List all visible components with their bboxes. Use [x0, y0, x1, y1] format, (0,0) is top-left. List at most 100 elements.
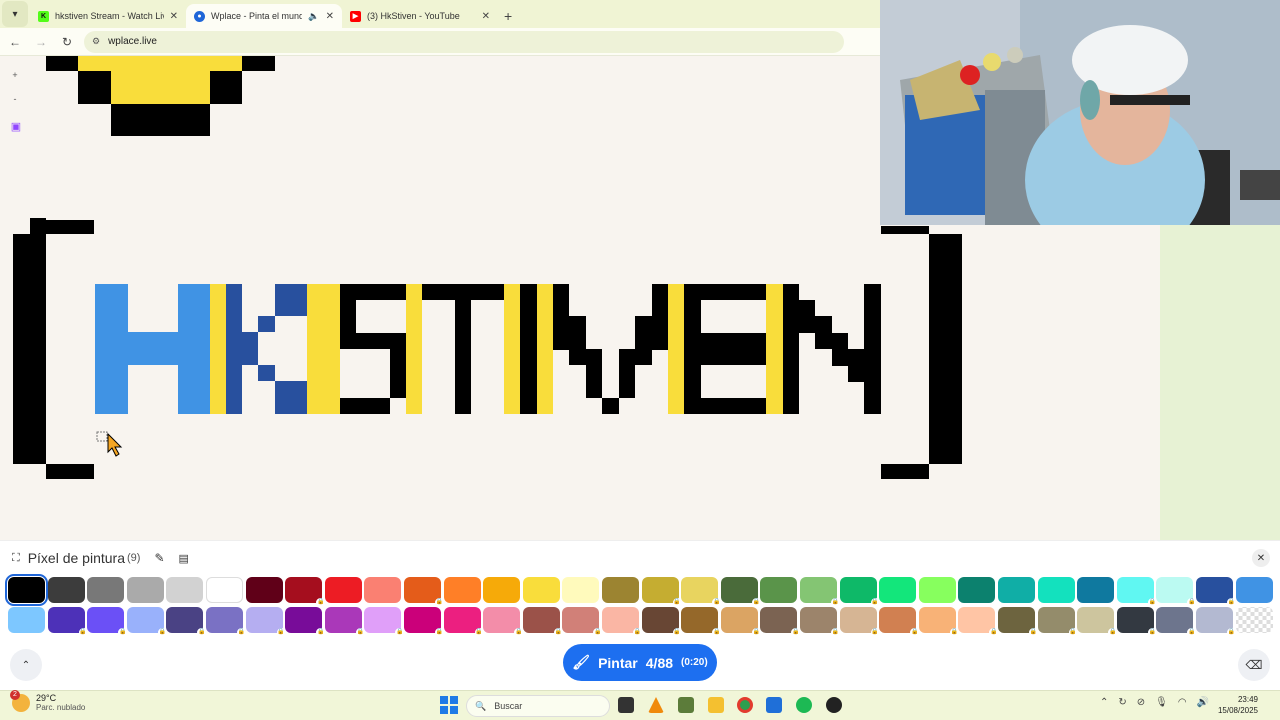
color-swatch[interactable] [8, 607, 45, 633]
color-swatch[interactable]: 🔒 [681, 577, 722, 607]
color-swatch[interactable] [126, 577, 164, 603]
color-swatch[interactable]: 🔒 [47, 607, 88, 637]
color-swatch[interactable]: 🔒 [166, 607, 207, 637]
color-swatch[interactable]: 🔒 [641, 607, 682, 637]
tab-youtube[interactable]: ▶ (3) HkStiven - YouTube ✕ [342, 4, 498, 28]
color-swatch[interactable]: 🔒 [958, 607, 999, 637]
color-swatch[interactable] [324, 577, 362, 603]
zoom-in-button[interactable]: + [6, 66, 24, 84]
close-tab-icon[interactable]: ✕ [482, 11, 490, 22]
color-swatch[interactable]: 🔒 [562, 607, 603, 637]
new-tab-button[interactable]: + [504, 8, 512, 24]
forward-arrow-icon[interactable]: → [32, 35, 50, 49]
vlc-icon[interactable] [648, 697, 664, 713]
color-swatch[interactable]: 🔒 [998, 607, 1038, 637]
color-swatch[interactable]: 🔒 [1037, 607, 1078, 637]
task-view-icon[interactable] [618, 697, 634, 713]
color-swatch[interactable]: 🔒 [364, 607, 405, 637]
color-swatch[interactable]: 🔒 [1156, 577, 1197, 607]
color-swatch[interactable]: 🔒 [879, 607, 920, 637]
color-swatch[interactable] [1077, 577, 1115, 603]
tab-kick[interactable]: K hkstiven Stream - Watch Live o ✕ [30, 4, 186, 28]
color-swatch[interactable]: 🔒 [602, 607, 642, 637]
site-settings-icon[interactable]: ⚙ [92, 36, 100, 47]
color-swatch[interactable] [245, 577, 283, 603]
color-swatch[interactable]: 🔒 [681, 607, 722, 637]
color-swatch[interactable]: 🔒 [285, 577, 326, 607]
taskbar-search[interactable]: 🔍 Buscar [466, 695, 610, 717]
sync-icon[interactable]: ↻ [1118, 697, 1126, 708]
color-swatch[interactable]: 🔒 [1077, 607, 1118, 637]
color-swatch[interactable] [522, 577, 560, 603]
color-swatch[interactable] [364, 577, 402, 603]
color-swatch[interactable]: 🔒 [443, 607, 484, 637]
color-swatch[interactable] [1235, 577, 1273, 603]
color-swatch[interactable] [483, 577, 521, 603]
color-swatch[interactable]: 🔒 [1196, 577, 1236, 607]
color-swatch[interactable] [166, 577, 204, 603]
color-swatch[interactable]: 🔒 [839, 607, 880, 637]
tab-wplace[interactable]: ● Wplace - Pinta el mundo 🔈 ✕ [186, 4, 342, 28]
color-swatch[interactable]: 🔒 [404, 577, 444, 607]
chevron-up-icon[interactable]: ⌃ [1100, 697, 1108, 708]
pencil-icon[interactable]: ✎ [154, 551, 164, 565]
color-swatch[interactable] [1235, 607, 1273, 633]
color-swatch[interactable] [443, 577, 481, 603]
color-swatch[interactable]: 🔒 [800, 607, 840, 637]
minecraft-icon[interactable] [678, 697, 694, 713]
fullscreen-icon[interactable]: ⛶ [12, 552, 20, 565]
eraser-button[interactable]: ⌫ [1238, 649, 1270, 681]
color-swatch[interactable]: 🔒 [641, 577, 682, 607]
reload-icon[interactable]: ↻ [58, 35, 76, 49]
color-swatch[interactable]: 🔒 [1196, 607, 1236, 637]
color-swatch[interactable]: 🔒 [720, 607, 761, 637]
color-swatch[interactable] [87, 577, 125, 603]
close-panel-button[interactable]: ✕ [1252, 549, 1270, 567]
color-swatch[interactable] [47, 577, 85, 603]
color-swatch[interactable]: 🔒 [1116, 577, 1157, 607]
color-swatch[interactable]: 🔒 [285, 607, 326, 637]
color-swatch[interactable]: 🔒 [760, 607, 801, 637]
tab-search-button[interactable]: ▾ [2, 1, 28, 27]
color-swatch[interactable] [998, 577, 1035, 603]
microphone-icon[interactable]: 🎙 [1155, 697, 1168, 708]
obs-icon[interactable] [826, 697, 842, 713]
store-icon[interactable] [766, 697, 782, 713]
paint-button[interactable]: 🖌 Pintar 4/88 (0:20) [563, 644, 717, 681]
color-swatch[interactable]: 🔒 [918, 607, 959, 637]
twitch-icon[interactable]: ▣ [8, 118, 24, 134]
wifi-icon[interactable]: ◠ [1178, 697, 1187, 708]
color-swatch[interactable]: 🔒 [206, 607, 246, 637]
back-arrow-icon[interactable]: ← [6, 35, 24, 49]
color-swatch[interactable] [879, 577, 917, 603]
save-icon[interactable]: ▤ [179, 552, 189, 565]
network-off-icon[interactable]: ⊘ [1137, 697, 1145, 708]
color-swatch[interactable] [958, 577, 996, 603]
file-explorer-icon[interactable] [708, 697, 724, 713]
url-field[interactable]: ⚙ wplace.live [84, 30, 844, 53]
color-swatch[interactable]: 🔒 [126, 607, 167, 637]
color-swatch[interactable] [1037, 577, 1075, 603]
color-swatch[interactable] [206, 577, 243, 603]
color-swatch[interactable] [760, 577, 798, 603]
collapse-button[interactable]: ⌃ [10, 649, 42, 681]
volume-icon[interactable]: 🔊 [1197, 697, 1209, 708]
chrome-icon[interactable] [737, 697, 753, 713]
close-tab-icon[interactable]: ✕ [170, 11, 178, 22]
zoom-out-button[interactable]: - [6, 90, 24, 108]
color-swatch[interactable] [918, 577, 956, 603]
color-swatch[interactable]: 🔒 [522, 607, 563, 637]
color-swatch[interactable]: 🔒 [87, 607, 128, 637]
color-swatch[interactable]: 🔒 [720, 577, 761, 607]
color-swatch[interactable]: 🔒 [1116, 607, 1157, 637]
color-swatch[interactable]: 🔒 [324, 607, 365, 637]
color-swatch[interactable]: 🔒 [839, 577, 880, 607]
weather-widget[interactable]: 2 29°C Parc. nublado [10, 689, 85, 712]
speaker-icon[interactable]: 🔈 [308, 11, 319, 22]
windows-start-icon[interactable] [440, 696, 458, 714]
color-swatch[interactable] [5, 574, 48, 606]
color-swatch[interactable]: 🔒 [483, 607, 524, 637]
color-swatch[interactable] [562, 577, 600, 603]
color-swatch[interactable]: 🔒 [404, 607, 444, 637]
close-tab-icon[interactable]: ✕ [326, 11, 334, 22]
